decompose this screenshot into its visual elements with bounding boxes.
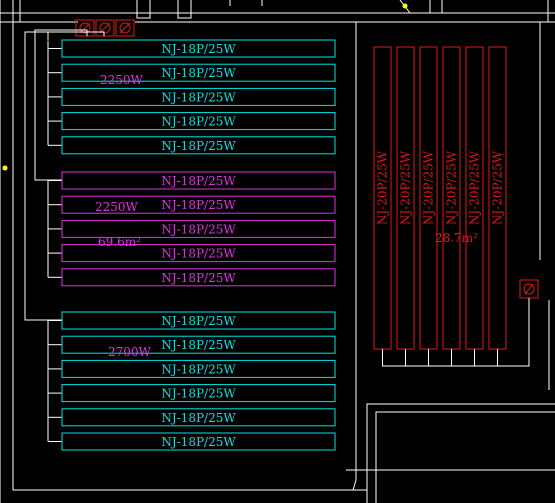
wall-lower-right xyxy=(366,403,555,490)
wall-lower-right-inner xyxy=(375,411,555,503)
heater-label: NJ-18P/25W xyxy=(161,271,236,285)
heater-label: NJ-18P/25W xyxy=(161,90,236,104)
cad-floor-heating-plan: NJ-18P/25W NJ-18P/25W NJ-18P/25W NJ-18P/25W… xyxy=(0,0,555,503)
heater-label: NJ-20P/25W xyxy=(468,150,482,225)
heater-label: NJ-20P/25W xyxy=(445,150,459,225)
heater-label: NJ-18P/25W xyxy=(161,338,236,352)
heater-label: NJ-18P/25W xyxy=(161,139,236,153)
power-label: 2700W xyxy=(108,345,152,359)
wall-door-jamb-right xyxy=(429,0,443,14)
feed-wire xyxy=(24,31,105,321)
marker-dot xyxy=(2,165,8,171)
heater-label: NJ-18P/25W xyxy=(161,115,236,129)
power-label: 2250W xyxy=(95,200,139,214)
heater-label: NJ-18P/25W xyxy=(161,222,236,236)
heater-label: NJ-18P/25W xyxy=(161,435,236,449)
plan-canvas: NJ-18P/25W NJ-18P/25W NJ-18P/25W NJ-18P/25W… xyxy=(0,0,555,503)
area-label: 69.6m² xyxy=(98,235,141,249)
marker-dot xyxy=(402,3,408,9)
heater-label: NJ-18P/25W xyxy=(161,198,236,212)
heater-label: NJ-18P/25W xyxy=(161,247,236,261)
power-label: 2250W xyxy=(100,73,144,87)
wall-lower xyxy=(352,479,357,491)
wall-door-jamb xyxy=(136,0,151,19)
vertical-heater-group: NJ-20P/25W NJ-20P/25W NJ-20P/25W NJ-20P/25W… xyxy=(373,46,507,366)
heater-label: NJ-18P/25W xyxy=(161,66,236,80)
area-label: 28.7m² xyxy=(435,231,478,245)
heater-label: NJ-18P/25W xyxy=(161,42,236,56)
heater-label: NJ-20P/25W xyxy=(376,150,390,225)
wall-door-jamb xyxy=(177,0,192,19)
heater-label: NJ-18P/25W xyxy=(161,362,236,376)
heater-label: NJ-18P/25W xyxy=(161,387,236,401)
bus-wire-vertical-group xyxy=(382,298,530,367)
heater-label: NJ-18P/25W xyxy=(161,411,236,425)
heater-label: NJ-20P/25W xyxy=(399,150,413,225)
heater-group-1: NJ-18P/25W NJ-18P/25W NJ-18P/25W NJ-18P/25W… xyxy=(47,39,336,155)
heater-label: NJ-18P/25W xyxy=(161,174,236,188)
heater-group-2: NJ-18P/25W NJ-18P/25W NJ-18P/25W NJ-18P/25W… xyxy=(47,171,336,287)
heater-group-3: NJ-18P/25W NJ-18P/25W NJ-18P/25W NJ-18P/25W… xyxy=(47,311,336,451)
heater-label: NJ-20P/25W xyxy=(491,150,505,225)
thermostat-slash xyxy=(524,283,534,295)
heater-label: NJ-20P/25W xyxy=(422,150,436,225)
heater-label: NJ-18P/25W xyxy=(161,314,236,328)
